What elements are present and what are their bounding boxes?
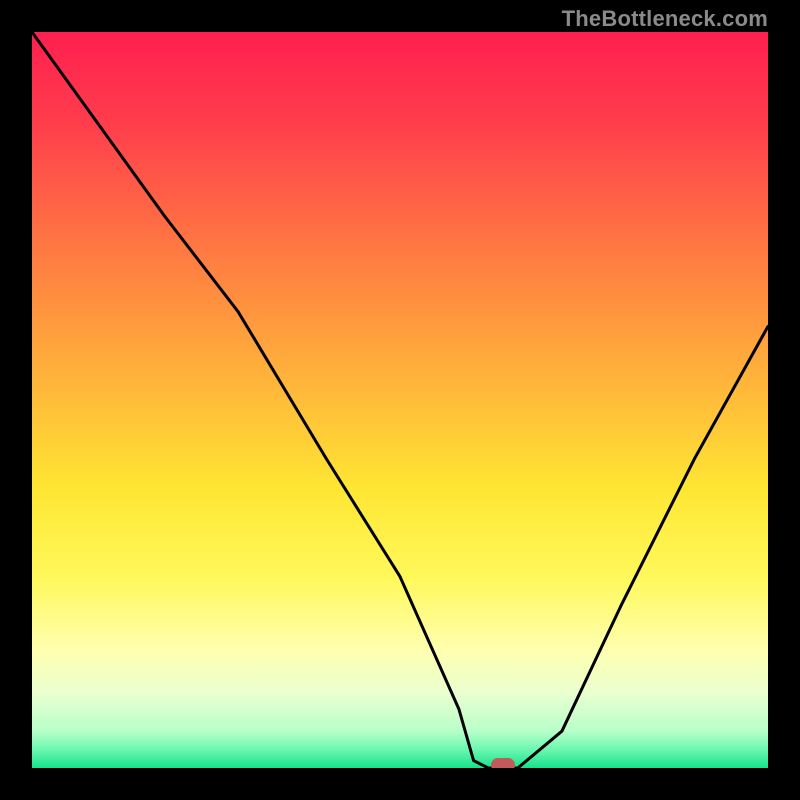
chart-svg <box>32 32 768 768</box>
chart-background-gradient <box>32 32 768 768</box>
chart-plot-area <box>32 32 768 768</box>
chart-frame: TheBottleneck.com <box>0 0 800 800</box>
watermark-label: TheBottleneck.com <box>562 6 768 32</box>
optimal-marker <box>491 758 515 768</box>
